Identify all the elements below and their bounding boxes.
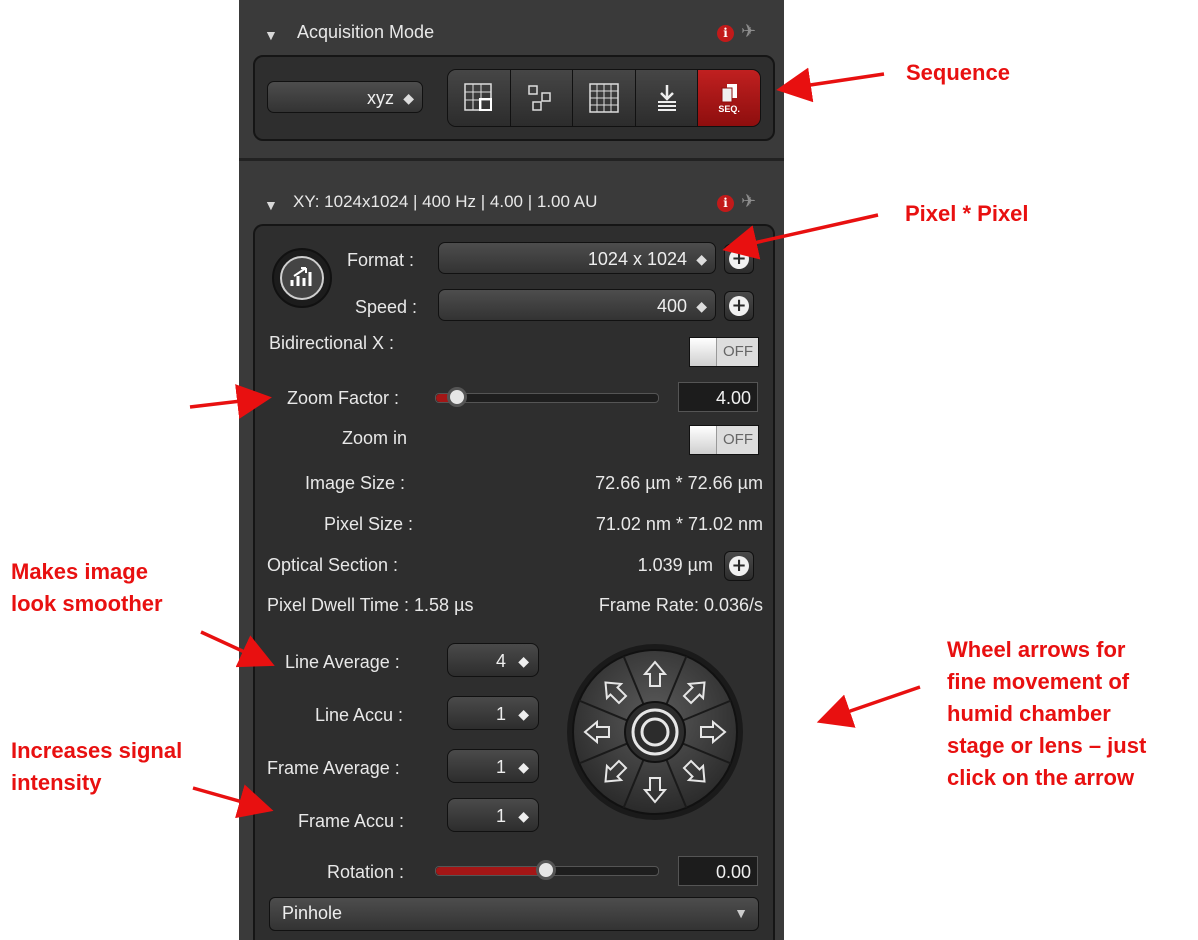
arrow-smoother	[200, 630, 275, 668]
arrow-zoom	[189, 384, 272, 419]
arrow-signal	[192, 784, 274, 819]
arrow-sequence	[776, 67, 885, 103]
annotation-arrows	[189, 67, 921, 819]
arrow-wheel	[816, 685, 921, 728]
arrow-pixel	[722, 213, 879, 260]
